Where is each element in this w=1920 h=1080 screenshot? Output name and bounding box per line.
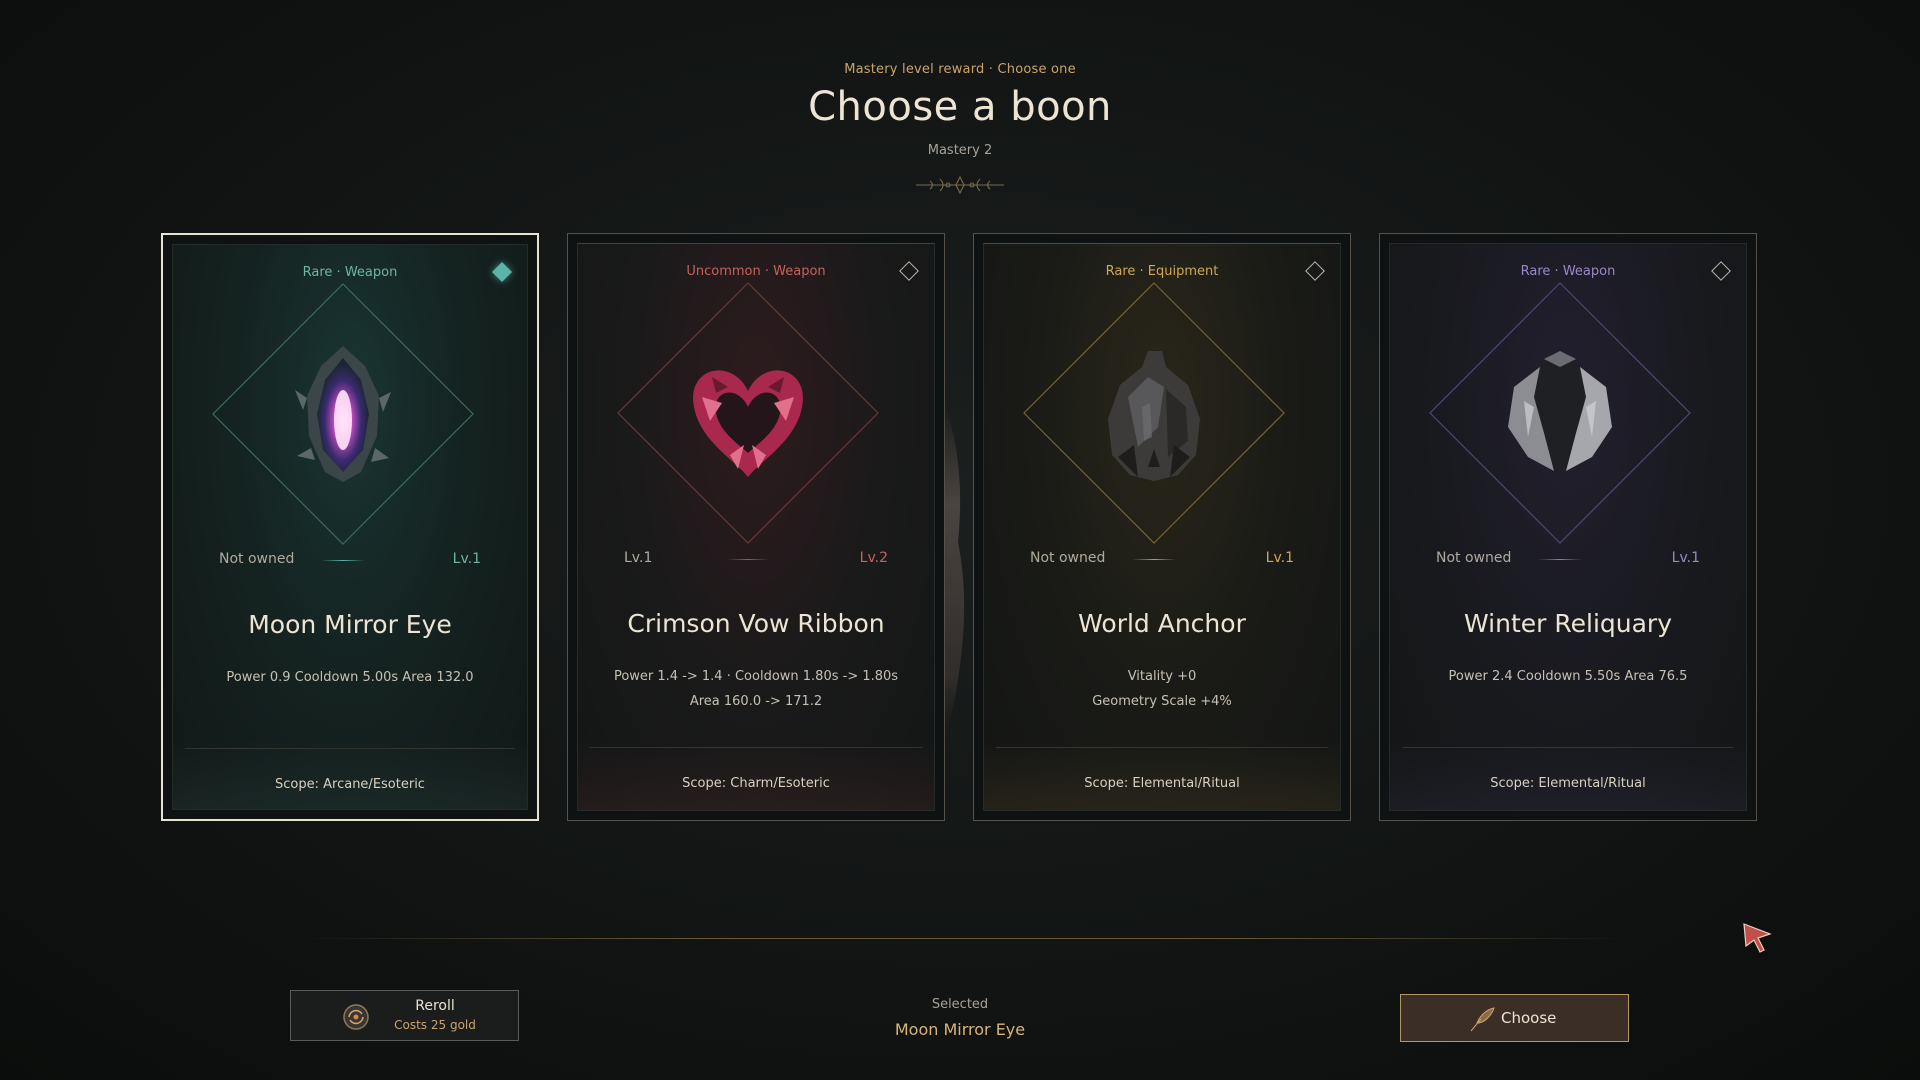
- card-rarity: Rare · Weapon: [302, 265, 398, 280]
- card-rarity: Uncommon · Weapon: [686, 264, 826, 279]
- stat-line: Power 0.9 Cooldown 5.00s Area 132.0: [226, 670, 474, 685]
- boon-card-moon-mirror-eye[interactable]: Rare · Weapon Not owned Lv.1 Moon Mirror…: [161, 233, 539, 821]
- owned-status: Not owned: [219, 551, 295, 567]
- footer-divider: [300, 938, 1630, 939]
- stat-line: Power 1.4 -> 1.4 · Cooldown 1.80s -> 1.8…: [613, 669, 899, 684]
- card-rarity: Rare · Equipment: [1105, 264, 1219, 279]
- choose-button[interactable]: Choose: [1400, 994, 1629, 1042]
- crimson-ribbon-icon: [693, 370, 803, 477]
- reward-subtitle: Mastery level reward · Choose one: [844, 62, 1076, 77]
- stat-line: Geometry Scale +4%: [1092, 694, 1232, 709]
- boon-scope: Scope: Elemental/Ritual: [1490, 776, 1646, 791]
- owned-status: Not owned: [1030, 550, 1106, 566]
- boon-card-crimson-vow-ribbon[interactable]: Uncommon · Weapon Lv.1 Lv.2 Crimson Vow …: [567, 233, 945, 821]
- boon-card-winter-reliquary[interactable]: Rare · Weapon Not owned Lv.1 Winter Reli…: [1379, 233, 1757, 821]
- card-rarity: Rare · Weapon: [1520, 264, 1616, 279]
- choose-label: Choose: [1501, 1009, 1557, 1027]
- boon-card-world-anchor[interactable]: Rare · Equipment Not owned Lv.1 World An…: [973, 233, 1351, 821]
- mouse-cursor-icon: [1743, 923, 1772, 953]
- boon-name: World Anchor: [1078, 609, 1246, 638]
- ornament-divider-icon: [916, 175, 1004, 195]
- owned-status: Not owned: [1436, 550, 1512, 566]
- feather-quill-icon: [1470, 1007, 1495, 1032]
- boon-stats: Power 1.4 -> 1.4 · Cooldown 1.80s -> 1.8…: [578, 664, 934, 714]
- world-anchor-icon: [1108, 351, 1200, 481]
- scope-backdrop: [984, 740, 1340, 810]
- level-divider: [726, 559, 770, 560]
- level-target: Lv.1: [452, 551, 481, 567]
- boon-scope: Scope: Arcane/Esoteric: [275, 777, 425, 792]
- level-target: Lv.2: [859, 550, 888, 566]
- page-title: Choose a boon: [808, 84, 1112, 130]
- boon-scope: Scope: Elemental/Ritual: [1084, 776, 1240, 791]
- boon-stats: Vitality +0 Geometry Scale +4%: [984, 664, 1340, 714]
- selected-label: Selected: [931, 997, 989, 1012]
- scope-backdrop: [173, 739, 527, 809]
- scope-backdrop: [1390, 740, 1746, 810]
- stat-line: Power 2.4 Cooldown 5.50s Area 76.5: [1448, 669, 1688, 684]
- level-divider: [1132, 559, 1176, 560]
- winter-reliquary-icon: [1508, 351, 1612, 471]
- level-target: Lv.1: [1671, 550, 1700, 566]
- mastery-level: Mastery 2: [927, 143, 993, 158]
- stat-line: Vitality +0: [1127, 669, 1197, 684]
- selected-boon-name: Moon Mirror Eye: [894, 1020, 1026, 1039]
- level-target: Lv.1: [1265, 550, 1294, 566]
- boon-stats: Power 2.4 Cooldown 5.50s Area 76.5: [1390, 664, 1746, 689]
- moon-mirror-eye-icon: [295, 346, 391, 482]
- scope-backdrop: [578, 740, 934, 810]
- boon-name: Moon Mirror Eye: [248, 610, 452, 639]
- level-divider: [321, 560, 365, 561]
- character-portrait-fragment: [944, 402, 965, 747]
- boon-name: Winter Reliquary: [1464, 609, 1672, 638]
- level-divider: [1538, 559, 1582, 560]
- stat-line: Area 160.0 -> 171.2: [689, 694, 823, 709]
- boon-scope: Scope: Charm/Esoteric: [682, 776, 830, 791]
- current-level: Lv.1: [624, 550, 653, 566]
- boon-stats: Power 0.9 Cooldown 5.00s Area 132.0: [173, 665, 527, 690]
- boon-name: Crimson Vow Ribbon: [627, 609, 885, 638]
